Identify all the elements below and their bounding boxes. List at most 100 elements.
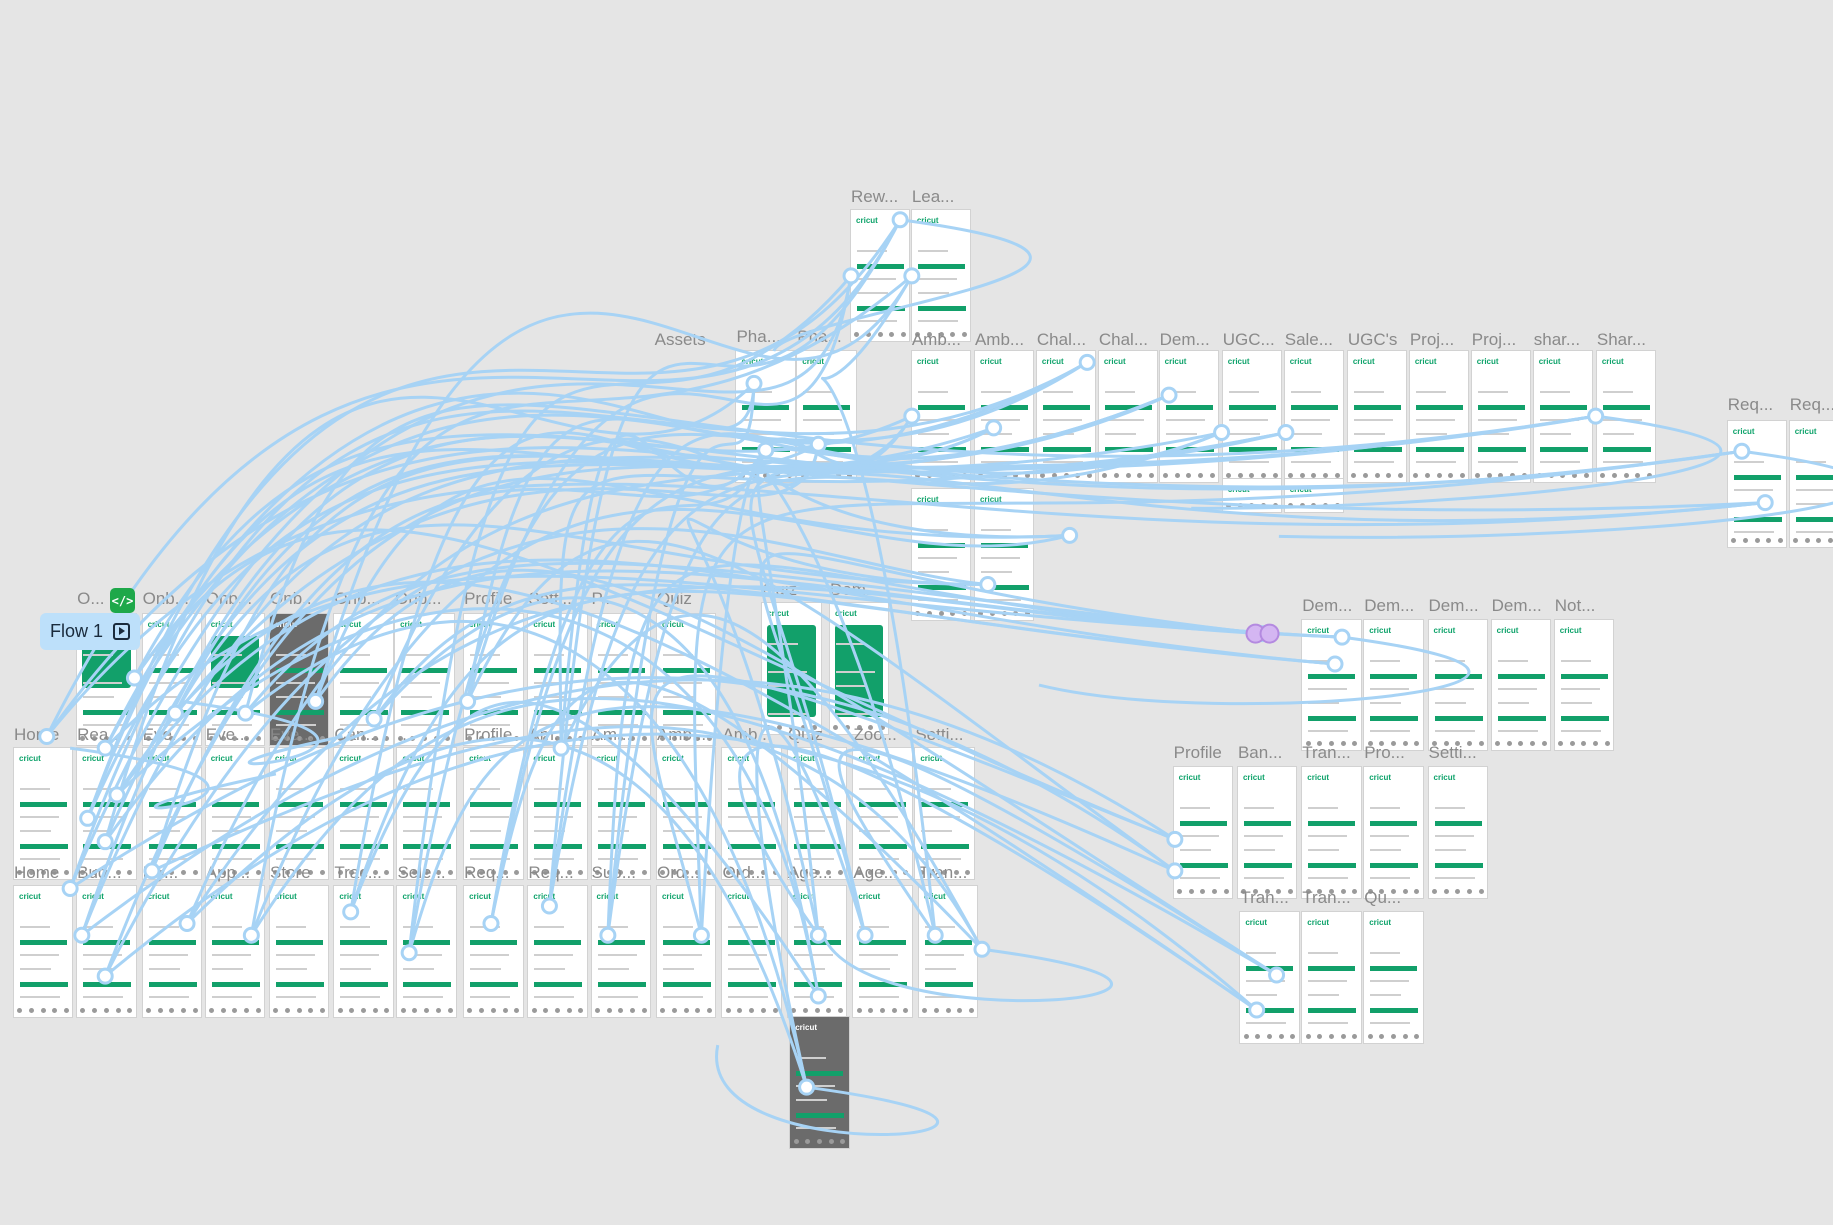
screen-frame[interactable]: cricut xyxy=(528,886,587,1018)
play-icon[interactable] xyxy=(113,623,131,640)
frame-name-label[interactable]: UGC... xyxy=(1223,330,1275,350)
screen-frame[interactable]: cricut xyxy=(1789,420,1833,548)
screen-frame[interactable]: cricut xyxy=(528,748,587,880)
screen-frame[interactable]: cricut xyxy=(14,886,73,1018)
frame-name-label[interactable]: UGC's xyxy=(1348,330,1398,350)
screen-frame[interactable]: cricut xyxy=(591,748,650,880)
screen-frame[interactable]: cricut xyxy=(1428,766,1487,898)
frame-name-label[interactable]: Lea... xyxy=(912,187,955,207)
screen-frame[interactable]: cricut xyxy=(397,748,456,880)
frame-name-label[interactable]: Onb... xyxy=(334,589,380,609)
frame-name-label[interactable]: Amb... xyxy=(912,330,961,350)
frame-name-label[interactable]: Dem... xyxy=(830,580,880,600)
frame-name-label[interactable]: Rew... xyxy=(851,187,898,207)
frame-name-label[interactable]: Eve... xyxy=(206,725,249,745)
screen-frame[interactable]: cricut xyxy=(334,748,393,880)
screen-frame[interactable]: cricut xyxy=(1491,619,1551,751)
screen-frame[interactable]: cricut xyxy=(77,748,136,880)
screen-frame[interactable]: cricut xyxy=(656,748,716,880)
screen-frame[interactable]: cricut xyxy=(1159,350,1219,482)
frame-name-label[interactable]: Req... xyxy=(1790,395,1833,415)
screen-frame[interactable]: cricut xyxy=(974,350,1034,482)
frame-name-label[interactable]: shar... xyxy=(1534,330,1580,350)
screen-frame[interactable]: cricut xyxy=(1284,479,1344,512)
screen-frame[interactable]: cricut xyxy=(205,886,265,1018)
frame-name-label[interactable]: Amb... xyxy=(722,725,771,745)
screen-frame[interactable]: cricut xyxy=(14,748,73,880)
frame-name-label[interactable]: Onb... xyxy=(270,589,316,609)
screen-frame[interactable]: cricut xyxy=(1364,619,1423,751)
frame-name-label[interactable]: Pro... xyxy=(1364,743,1405,763)
frame-name-label[interactable]: Req... xyxy=(1728,395,1773,415)
frame-name-label[interactable]: Tran... xyxy=(1302,888,1351,908)
frame-name-label[interactable]: Pha... xyxy=(736,327,780,347)
frame-name-label[interactable]: ... xyxy=(397,725,411,745)
frame-name-label[interactable]: Can... xyxy=(334,725,379,745)
frame-name-label[interactable]: Ord... xyxy=(722,863,765,883)
screen-frame[interactable]: cricut xyxy=(787,748,847,880)
screen-frame[interactable]: cricut xyxy=(918,886,978,1018)
frame-name-label[interactable]: Tran... xyxy=(919,863,968,883)
frame-name-label[interactable]: Profile xyxy=(464,725,512,745)
screen-frame[interactable]: cricut xyxy=(1428,619,1487,751)
frame-name-label[interactable]: Store xyxy=(270,863,311,883)
screen-frame[interactable]: cricut xyxy=(829,603,889,735)
frame-name-label[interactable]: Req... xyxy=(464,863,509,883)
frame-name-label[interactable]: O... xyxy=(77,589,104,609)
screen-frame[interactable]: cricut xyxy=(1364,911,1423,1043)
screen-frame[interactable]: cricut xyxy=(787,886,847,1018)
frame-name-label[interactable]: Proj... xyxy=(1410,330,1454,350)
frame-name-label[interactable]: Not... xyxy=(1555,596,1596,616)
screen-frame[interactable]: cricut xyxy=(911,210,971,342)
screen-frame[interactable]: cricut xyxy=(1302,619,1361,751)
frame-name-label[interactable]: Amb... xyxy=(657,725,706,745)
frame-name-label[interactable]: Amb... xyxy=(975,330,1024,350)
screen-frame[interactable]: cricut xyxy=(915,748,974,880)
screen-frame[interactable]: cricut xyxy=(1554,619,1614,751)
screen-frame[interactable]: cricut xyxy=(722,748,781,880)
screen-frame[interactable]: cricut xyxy=(142,748,202,880)
screen-frame[interactable]: cricut xyxy=(77,886,136,1018)
frame-name-label[interactable]: Ord... xyxy=(657,863,700,883)
screen-frame[interactable]: cricut xyxy=(334,886,393,1018)
screen-frame[interactable]: cricut xyxy=(1237,766,1297,898)
frame-name-label[interactable]: Rea... xyxy=(77,725,122,745)
screen-frame[interactable]: cricut xyxy=(1471,350,1531,482)
screen-frame[interactable]: cricut xyxy=(142,886,202,1018)
screen-frame[interactable]: cricut xyxy=(853,748,912,880)
frame-name-label[interactable]: Zoo... xyxy=(853,725,896,745)
frame-name-label[interactable]: Tran... xyxy=(1302,743,1351,763)
frame-name-label[interactable]: Dem... xyxy=(1429,596,1479,616)
frame-name-label[interactable]: Profile xyxy=(464,589,512,609)
frame-name-label[interactable]: Am... xyxy=(528,725,568,745)
design-canvas[interactable]: cricut cricut cricut cricut cricut cricut cric… xyxy=(0,0,1833,1225)
frame-name-label[interactable]: Setti... xyxy=(528,589,576,609)
frame-name-label[interactable]: Assets xyxy=(655,330,706,350)
screen-frame[interactable]: cricut xyxy=(762,603,821,735)
frame-name-label[interactable]: Dem... xyxy=(1302,596,1352,616)
screen-frame[interactable]: cricut xyxy=(736,350,795,482)
screen-frame[interactable]: cricut xyxy=(270,748,329,880)
frame-name-label[interactable]: Ban... xyxy=(1238,743,1282,763)
screen-frame[interactable]: cricut xyxy=(851,210,910,342)
frame-name-label[interactable]: My... xyxy=(143,863,179,883)
screen-frame[interactable]: cricut xyxy=(1173,766,1233,898)
frame-name-label[interactable]: Age... xyxy=(853,863,897,883)
frame-name-label[interactable]: Chal... xyxy=(1099,330,1148,350)
frame-name-label[interactable]: Quiz xyxy=(788,725,823,745)
screen-frame[interactable]: cricut xyxy=(911,350,971,482)
screen-frame[interactable]: cricut xyxy=(464,886,523,1018)
frame-name-label[interactable]: Chal... xyxy=(1037,330,1086,350)
frame-name-label[interactable]: P... xyxy=(592,589,615,609)
screen-frame[interactable]: cricut xyxy=(1098,350,1158,482)
screen-frame[interactable]: cricut xyxy=(1222,479,1282,512)
frame-name-label[interactable]: Home xyxy=(14,863,59,883)
frame-name-label[interactable]: Bud... xyxy=(77,863,121,883)
frame-name-label[interactable]: Quiz xyxy=(762,580,797,600)
frame-name-label[interactable]: Qu... xyxy=(1364,888,1401,908)
frame-name-label[interactable]: Onb... xyxy=(206,589,252,609)
flow-1-starting-point[interactable]: Flow 1 xyxy=(40,613,140,650)
screen-frame[interactable]: cricut xyxy=(1222,350,1282,482)
screen-frame[interactable]: cricut xyxy=(853,886,912,1018)
screen-frame[interactable]: cricut xyxy=(205,748,265,880)
